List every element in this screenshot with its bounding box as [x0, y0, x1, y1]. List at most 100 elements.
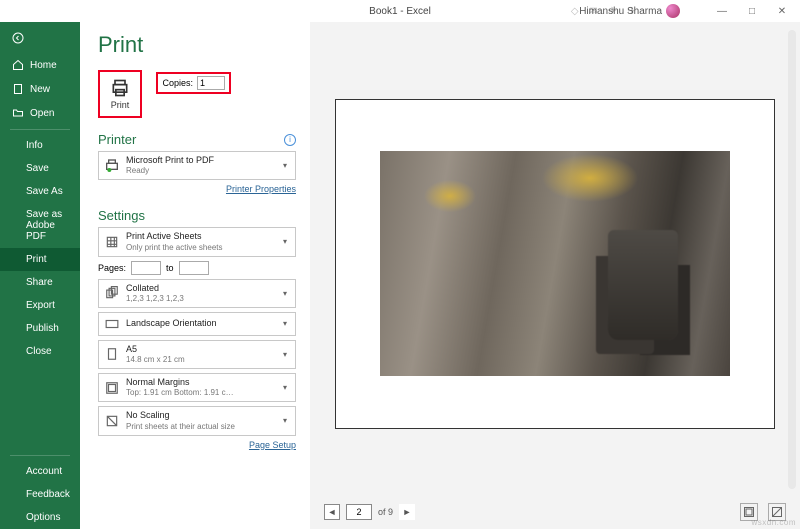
sidebar-item-home[interactable]: Home: [0, 53, 80, 77]
chevron-down-icon: ▾: [280, 237, 290, 246]
margins-label: Normal Margins: [126, 377, 274, 388]
printer-properties-link[interactable]: Printer Properties: [226, 184, 296, 194]
avatar: [666, 4, 680, 18]
printer-select[interactable]: Microsoft Print to PDF Ready ▾: [98, 151, 296, 180]
sidebar-item-label: Publish: [26, 323, 59, 334]
back-button[interactable]: [0, 22, 80, 53]
print-settings-panel: Print Print Copies: Printer i Microsoft …: [80, 22, 310, 529]
printer-status: Ready: [126, 166, 274, 176]
sidebar-item-label: Open: [30, 108, 54, 119]
margins-select[interactable]: Normal Margins Top: 1.91 cm Bottom: 1.91…: [98, 373, 296, 402]
sheets-icon: [104, 234, 120, 250]
sidebar-item-close[interactable]: Close: [0, 340, 80, 363]
sidebar-item-label: Options: [26, 512, 60, 523]
open-icon: [12, 107, 24, 119]
chevron-down-icon: ▾: [280, 289, 290, 298]
page-title: Print: [98, 32, 296, 58]
sidebar-item-label: Feedback: [26, 489, 70, 500]
preview-pager: ◄ of 9 ►: [310, 495, 800, 529]
sidebar-item-new[interactable]: New: [0, 77, 80, 101]
pages-label: Pages:: [98, 263, 126, 273]
sidebar-item-options[interactable]: Options: [0, 506, 80, 529]
sidebar-item-info[interactable]: Info: [0, 134, 80, 157]
app-title: Book1 - Excel: [369, 6, 431, 17]
copies-input[interactable]: [197, 76, 225, 90]
sidebar-item-account[interactable]: Account: [0, 460, 80, 483]
sidebar-item-export[interactable]: Export: [0, 294, 80, 317]
window-maximize-button[interactable]: □: [738, 2, 766, 20]
print-what-select[interactable]: Print Active Sheets Only print the activ…: [98, 227, 296, 256]
scaling-select[interactable]: No Scaling Print sheets at their actual …: [98, 406, 296, 435]
user-name: Himanshu Sharma: [579, 6, 662, 17]
preview-image: [380, 151, 730, 376]
next-page-button[interactable]: ►: [399, 504, 415, 520]
sidebar-item-label: Export: [26, 300, 55, 311]
print-preview-area: ◄ of 9 ► wsxdn.com: [310, 22, 800, 529]
print-button-label: Print: [111, 100, 130, 110]
pages-to-label: to: [166, 263, 174, 273]
page-total-label: of 9: [378, 507, 393, 517]
margins-desc: Top: 1.91 cm Bottom: 1.91 c…: [126, 388, 274, 398]
page-number-input[interactable]: [346, 504, 372, 520]
margins-icon: [104, 380, 120, 396]
sidebar-item-feedback[interactable]: Feedback: [0, 483, 80, 506]
printer-icon: [109, 78, 131, 98]
sidebar-item-share[interactable]: Share: [0, 271, 80, 294]
sidebar-item-label: New: [30, 84, 50, 95]
print-what-desc: Only print the active sheets: [126, 243, 274, 253]
page-setup-link[interactable]: Page Setup: [249, 440, 296, 450]
pages-from-input[interactable]: [131, 261, 161, 275]
prev-page-button[interactable]: ◄: [324, 504, 340, 520]
orientation-select[interactable]: Landscape Orientation ▾: [98, 312, 296, 336]
watermark: wsxdn.com: [751, 518, 796, 527]
collation-select[interactable]: Collated 1,2,3 1,2,3 1,2,3 ▾: [98, 279, 296, 308]
scaling-label: No Scaling: [126, 410, 274, 421]
printer-name: Microsoft Print to PDF: [126, 155, 274, 166]
window-minimize-button[interactable]: —: [708, 2, 736, 20]
preview-page: [335, 99, 775, 429]
collation-label: Collated: [126, 283, 274, 294]
sidebar-separator: [10, 455, 70, 456]
sidebar-item-open[interactable]: Open: [0, 101, 80, 125]
collation-desc: 1,2,3 1,2,3 1,2,3: [126, 294, 274, 304]
printer-info-icon[interactable]: i: [284, 134, 296, 146]
account-area[interactable]: Himanshu Sharma: [579, 4, 680, 18]
scaling-desc: Print sheets at their actual size: [126, 422, 274, 432]
copies-control: Copies:: [156, 72, 231, 94]
pages-range-row: Pages: to: [98, 261, 296, 275]
sidebar-item-publish[interactable]: Publish: [0, 317, 80, 340]
sidebar-item-label: Close: [26, 346, 52, 357]
sidebar-item-save[interactable]: Save: [0, 157, 80, 180]
paper-icon: [104, 346, 120, 362]
sidebar-item-label: Home: [30, 60, 57, 71]
sidebar-item-saveas[interactable]: Save As: [0, 180, 80, 203]
sidebar-item-label: Save: [26, 163, 49, 174]
home-icon: [12, 59, 24, 71]
preview-scrollbar[interactable]: [788, 30, 796, 489]
paper-size-select[interactable]: A5 14.8 cm x 21 cm ▾: [98, 340, 296, 369]
print-what-label: Print Active Sheets: [126, 231, 274, 242]
copies-label: Copies:: [162, 78, 193, 88]
chevron-down-icon: ▾: [280, 350, 290, 359]
chevron-down-icon: ▾: [280, 161, 290, 170]
sidebar-item-label: Save as Adobe PDF: [26, 209, 68, 242]
sidebar-separator: [10, 129, 70, 130]
window-close-button[interactable]: ✕: [768, 2, 796, 20]
sidebar-item-save-adobe-pdf[interactable]: Save as Adobe PDF: [0, 203, 80, 248]
collated-icon: [104, 285, 120, 301]
sidebar-item-print[interactable]: Print: [0, 248, 80, 271]
sidebar-item-label: Print: [26, 254, 47, 265]
title-bar: Book1 - Excel ◇ ✉ ✈ ✈ Himanshu Sharma — …: [0, 0, 800, 22]
paper-label: A5: [126, 344, 274, 355]
printer-heading: Printer: [98, 132, 136, 147]
printer-device-icon: [104, 158, 120, 174]
settings-heading: Settings: [98, 208, 145, 223]
paper-desc: 14.8 cm x 21 cm: [126, 355, 274, 365]
new-icon: [12, 83, 24, 95]
orientation-label: Landscape Orientation: [126, 318, 274, 329]
pages-to-input[interactable]: [179, 261, 209, 275]
sidebar-item-label: Save As: [26, 186, 63, 197]
backstage-sidebar: Home New Open Info Save Save As Save as …: [0, 22, 80, 529]
print-button[interactable]: Print: [98, 70, 142, 118]
scaling-icon: [104, 413, 120, 429]
